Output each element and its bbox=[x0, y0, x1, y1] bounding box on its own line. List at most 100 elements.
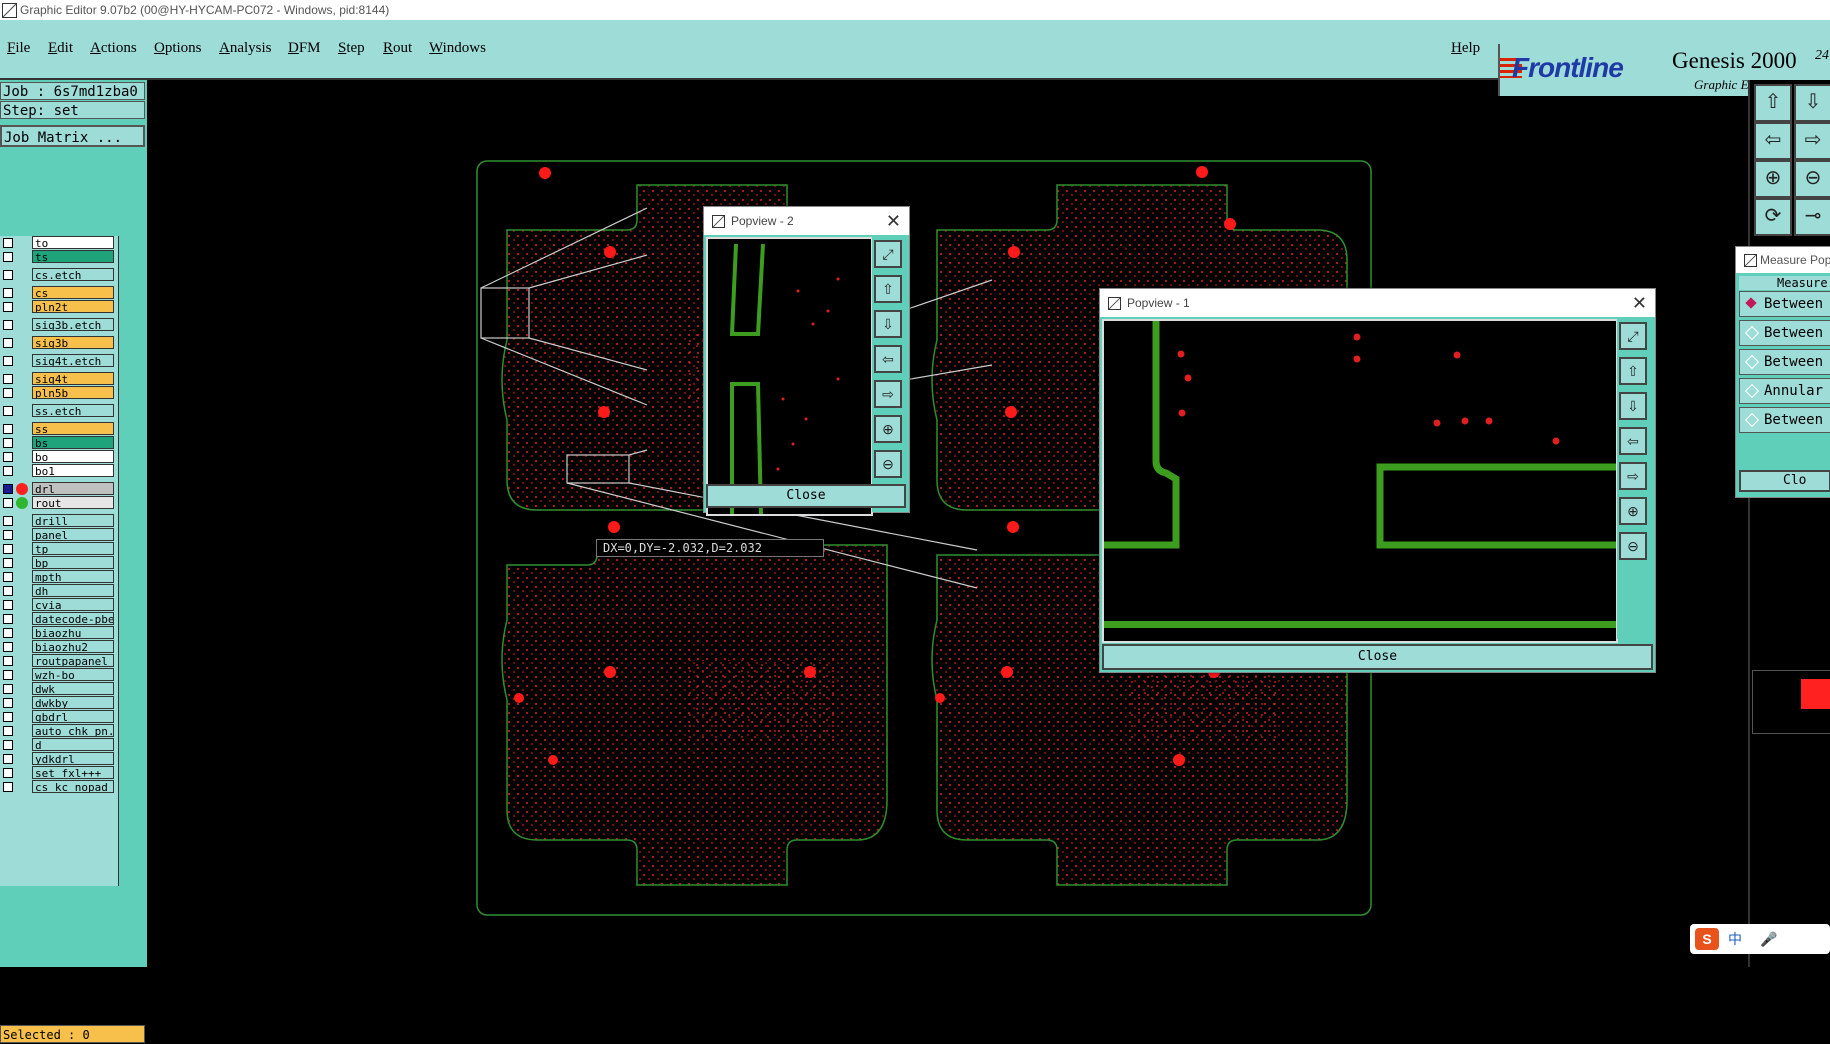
layer-row[interactable]: tp bbox=[0, 542, 118, 556]
layer-row[interactable]: panel bbox=[0, 528, 118, 542]
layer-checkbox[interactable] bbox=[3, 238, 13, 248]
pan-up-icon[interactable]: ⇧ bbox=[874, 275, 902, 303]
layer-name[interactable]: cs bbox=[32, 286, 114, 299]
measure-mode-2[interactable]: Between bbox=[1739, 320, 1830, 346]
layer-name[interactable]: cs.etch bbox=[32, 268, 114, 281]
layer-name[interactable]: tp bbox=[32, 542, 114, 555]
layer-name[interactable]: sig3b bbox=[32, 336, 114, 349]
layer-checkbox[interactable] bbox=[3, 356, 13, 366]
layer-name[interactable]: bo bbox=[32, 450, 114, 463]
job-matrix-button[interactable]: Job Matrix ... bbox=[0, 125, 145, 147]
layer-row[interactable]: sig4t.etch bbox=[0, 354, 118, 368]
menu-step[interactable]: Step bbox=[338, 40, 365, 57]
layer-name[interactable]: sig4t.etch bbox=[32, 354, 114, 367]
layer-name[interactable]: rout bbox=[32, 496, 114, 509]
zoom-in-icon[interactable]: ⊕ bbox=[1619, 497, 1647, 525]
layer-name[interactable]: dh bbox=[32, 584, 114, 597]
layer-name[interactable]: ydkdrl bbox=[32, 752, 114, 765]
layer-row[interactable]: ss.etch bbox=[0, 404, 118, 418]
layer-checkbox[interactable] bbox=[3, 586, 13, 596]
pan-left-icon[interactable]: ⇦ bbox=[1619, 427, 1647, 455]
pan-down-icon[interactable]: ⇩ bbox=[1619, 392, 1647, 420]
layer-checkbox[interactable] bbox=[3, 768, 13, 778]
layer-name[interactable]: biaozhu bbox=[32, 626, 114, 639]
layer-name[interactable]: biaozhu2 bbox=[32, 640, 114, 653]
layer-row[interactable]: cs bbox=[0, 286, 118, 300]
layer-row[interactable]: sig3b bbox=[0, 336, 118, 350]
layer-row[interactable]: ss bbox=[0, 422, 118, 436]
layer-checkbox[interactable] bbox=[3, 544, 13, 554]
layer-name[interactable]: pln2t bbox=[32, 300, 114, 313]
layer-checkbox[interactable] bbox=[3, 782, 13, 792]
popview-2-close-button[interactable]: Close bbox=[706, 484, 906, 508]
layer-row[interactable]: d bbox=[0, 738, 118, 752]
layer-name[interactable]: dwkby bbox=[32, 696, 114, 709]
layer-checkbox[interactable] bbox=[3, 270, 13, 280]
menu-file[interactable]: File bbox=[7, 40, 30, 57]
popview-1-close-button[interactable]: Close bbox=[1102, 644, 1653, 670]
measure-mode-4[interactable]: Annular bbox=[1739, 378, 1830, 404]
layer-checkbox[interactable] bbox=[3, 684, 13, 694]
zoom-in-icon[interactable]: ⊕ bbox=[874, 415, 902, 443]
layer-row[interactable]: dwk bbox=[0, 682, 118, 696]
layer-row[interactable]: sig4t bbox=[0, 372, 118, 386]
layer-checkbox[interactable] bbox=[3, 424, 13, 434]
layer-name[interactable]: pln5b bbox=[32, 386, 114, 399]
layer-checkbox[interactable] bbox=[3, 302, 13, 312]
layer-checkbox[interactable] bbox=[3, 600, 13, 610]
layer-name[interactable]: drill bbox=[32, 514, 114, 527]
layer-row[interactable]: bp bbox=[0, 556, 118, 570]
pan-down-icon[interactable]: ⇩ bbox=[874, 310, 902, 338]
layer-checkbox[interactable] bbox=[3, 530, 13, 540]
layer-name[interactable]: ss bbox=[32, 422, 114, 435]
layer-name[interactable]: mpth bbox=[32, 570, 114, 583]
pan-up-icon[interactable]: ⇧ bbox=[1754, 84, 1792, 122]
layer-row[interactable]: cs_kc_nopad bbox=[0, 780, 118, 794]
layer-checkbox[interactable] bbox=[3, 516, 13, 526]
layer-name[interactable]: auto_chk_pn. bbox=[32, 724, 114, 737]
layer-name[interactable]: d bbox=[32, 738, 114, 751]
zoom-in-icon[interactable]: ⊕ bbox=[1754, 160, 1792, 198]
layer-checkbox[interactable] bbox=[3, 628, 13, 638]
layer-name[interactable]: gbdrl bbox=[32, 710, 114, 723]
menu-rout[interactable]: Rout bbox=[383, 40, 412, 57]
layer-row[interactable]: auto_chk_pn. bbox=[0, 724, 118, 738]
redraw-icon[interactable]: ⟳ bbox=[1754, 198, 1792, 236]
layer-name[interactable]: drl bbox=[32, 482, 114, 495]
pan-right-icon[interactable]: ⇨ bbox=[1619, 462, 1647, 490]
layer-checkbox[interactable] bbox=[3, 288, 13, 298]
pan-left-icon[interactable]: ⇦ bbox=[874, 345, 902, 373]
menu-analysis[interactable]: Analysis bbox=[219, 40, 272, 57]
layer-name[interactable]: panel bbox=[32, 528, 114, 541]
layer-checkbox[interactable] bbox=[3, 484, 13, 494]
layer-checkbox[interactable] bbox=[3, 754, 13, 764]
layer-row[interactable]: sig3b.etch bbox=[0, 318, 118, 332]
layer-checkbox[interactable] bbox=[3, 558, 13, 568]
close-icon[interactable]: ✕ bbox=[1632, 289, 1647, 317]
zoom-out-icon[interactable]: ⊖ bbox=[1794, 160, 1830, 198]
zoom-fit-icon[interactable]: ⤢ bbox=[1619, 322, 1647, 350]
layer-name[interactable]: bo1 bbox=[32, 464, 114, 477]
layer-checkbox[interactable] bbox=[3, 656, 13, 666]
measure-mode-3[interactable]: Between bbox=[1739, 349, 1830, 375]
menu-windows[interactable]: Windows bbox=[429, 40, 486, 57]
layer-checkbox[interactable] bbox=[3, 670, 13, 680]
layer-name[interactable]: set_fxl+++ bbox=[32, 766, 114, 779]
layer-name[interactable]: datecode-pbe bbox=[32, 612, 114, 625]
layer-row[interactable]: bs bbox=[0, 436, 118, 450]
layer-row[interactable]: drill bbox=[0, 514, 118, 528]
layer-row[interactable]: datecode-pbe bbox=[0, 612, 118, 626]
menu-help[interactable]: Help bbox=[1451, 40, 1480, 57]
layer-name[interactable]: cs_kc_nopad bbox=[32, 780, 114, 793]
layer-name[interactable]: to bbox=[32, 236, 114, 249]
layer-name[interactable]: ts bbox=[32, 250, 114, 263]
close-icon[interactable]: ✕ bbox=[886, 207, 901, 235]
menu-actions[interactable]: Actions bbox=[90, 40, 137, 57]
layer-checkbox[interactable] bbox=[3, 698, 13, 708]
layer-checkbox[interactable] bbox=[3, 740, 13, 750]
pan-right-icon[interactable]: ⇨ bbox=[874, 380, 902, 408]
layer-row[interactable]: cvia bbox=[0, 598, 118, 612]
layer-row[interactable]: routpapanel bbox=[0, 654, 118, 668]
layer-checkbox[interactable] bbox=[3, 642, 13, 652]
layer-checkbox[interactable] bbox=[3, 438, 13, 448]
